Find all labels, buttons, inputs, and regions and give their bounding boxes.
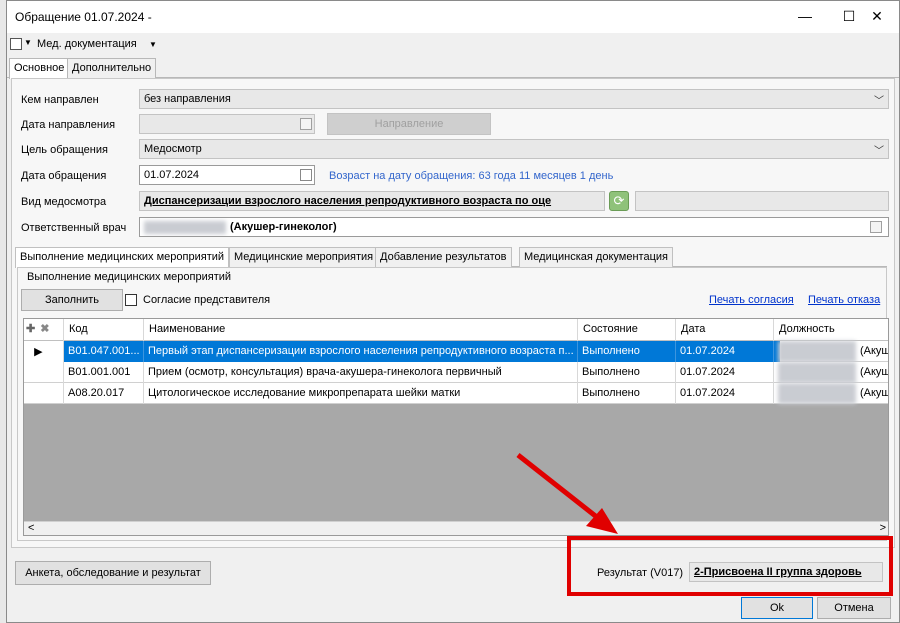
referred-by-value: без направления (144, 93, 231, 105)
delete-icon[interactable]: ✖ (40, 323, 49, 335)
doctor-lookup-icon[interactable] (870, 221, 882, 233)
table-row[interactable]: B01.001.001 Прием (осмотр, консультация)… (24, 362, 889, 383)
column-date[interactable]: Дата (676, 319, 774, 341)
cell-code: A08.20.017 (64, 383, 144, 404)
fill-button[interactable]: Заполнить (21, 289, 123, 311)
save-icon[interactable] (10, 38, 22, 50)
exam-type-extra-field[interactable] (635, 191, 889, 211)
minimize-button[interactable]: — (783, 1, 827, 33)
purpose-value: Медосмотр (144, 143, 202, 155)
print-consent-link[interactable]: Печать согласия (709, 294, 794, 306)
visit-date-picker-icon[interactable] (300, 169, 312, 181)
purpose-select[interactable]: Медосмотр ﹀ (139, 139, 889, 159)
window-title: Обращение 01.07.2024 - (15, 10, 152, 24)
visit-dialog: Обращение 01.07.2024 - — ☐ ✕ ▼ Мед. доку… (6, 0, 900, 623)
column-name[interactable]: Наименование (144, 319, 578, 341)
referral-date-field[interactable] (139, 114, 315, 134)
chevron-down-icon[interactable]: ▼ (149, 40, 157, 49)
med-docs-menu[interactable]: Мед. документация (37, 38, 137, 50)
exam-type-field[interactable]: Диспансеризации взрослого населения репр… (139, 191, 605, 211)
tab-execution[interactable]: Выполнение медицинских мероприятий (15, 247, 230, 268)
cell-status: Выполнено (578, 362, 676, 383)
add-icon[interactable]: ✚ (26, 323, 35, 335)
row-indicator (24, 383, 64, 404)
chevron-down-icon: ﹀ (874, 146, 884, 157)
scroll-left-icon[interactable]: < (28, 522, 34, 534)
referral-date-label: Дата направления (21, 119, 116, 131)
refresh-icon[interactable]: ⟳ (609, 191, 629, 211)
redacted-name (778, 383, 856, 404)
tab-main[interactable]: Основное (9, 58, 70, 79)
purpose-label: Цель обращения (21, 144, 108, 156)
sub-tabs: Выполнение медицинских мероприятий Медиц… (15, 247, 887, 268)
scroll-right-icon[interactable]: > (880, 522, 886, 534)
exam-type-value: Диспансеризации взрослого населения репр… (144, 195, 552, 207)
toolbar: ▼ Мед. документация ▼ (7, 35, 899, 57)
cancel-button[interactable]: Отмена (817, 597, 891, 619)
table-row[interactable]: ▶ B01.047.001... Первый этап диспансериз… (24, 341, 889, 362)
group-title: Выполнение медицинских мероприятий (25, 271, 234, 283)
cell-date: 01.07.2024 (676, 362, 774, 383)
doctor-label: Ответственный врач (21, 222, 127, 234)
events-grid: ✚ ✖ Код Наименование Состояние Дата Долж… (23, 318, 889, 536)
anketa-button[interactable]: Анкета, обследование и результат (15, 561, 211, 585)
doctor-field[interactable]: (Акушер-гинеколог) (139, 217, 889, 237)
horizontal-scrollbar[interactable]: < > (24, 521, 888, 535)
visit-date-field[interactable]: 01.07.2024 (139, 165, 315, 185)
chevron-down-icon: ﹀ (874, 96, 884, 107)
row-pointer-icon: ▶ (24, 341, 64, 362)
ok-button[interactable]: Ok (741, 597, 813, 619)
close-button[interactable]: ✕ (855, 1, 899, 33)
row-indicator (24, 362, 64, 383)
referred-by-label: Кем направлен (21, 94, 99, 106)
cell-name: Прием (осмотр, консультация) врача-акуше… (144, 362, 578, 383)
consent-checkbox[interactable] (125, 294, 137, 306)
referral-button[interactable]: Направление (327, 113, 491, 135)
cell-code: B01.047.001... (64, 341, 144, 362)
column-status[interactable]: Состояние (578, 319, 676, 341)
title-bar: Обращение 01.07.2024 - — ☐ ✕ (7, 1, 899, 33)
tab-add-results[interactable]: Добавление результатов (375, 247, 512, 267)
cell-name: Цитологическое исследование микропрепара… (144, 383, 578, 404)
redacted-name (144, 221, 226, 234)
cell-code: B01.001.001 (64, 362, 144, 383)
print-refusal-link[interactable]: Печать отказа (808, 294, 880, 306)
tab-med-events[interactable]: Медицинские мероприятия (229, 247, 379, 267)
referred-by-select[interactable]: без направления ﹀ (139, 89, 889, 109)
cell-position: (Акуш (860, 387, 889, 399)
main-tabs: Основное Дополнительно (7, 58, 899, 79)
doctor-value: (Акушер-гинеколог) (230, 221, 337, 233)
column-position[interactable]: Должность (774, 319, 888, 341)
tab-additional[interactable]: Дополнительно (67, 58, 157, 78)
cell-position: (Акуш (860, 345, 889, 357)
age-info: Возраст на дату обращения: 63 года 11 ме… (329, 170, 614, 182)
visit-date-value: 01.07.2024 (144, 169, 200, 181)
redacted-name (778, 341, 856, 362)
grid-header: ✚ ✖ Код Наименование Состояние Дата Долж… (24, 319, 888, 341)
consent-label: Согласие представителя (143, 294, 271, 306)
visit-date-label: Дата обращения (21, 170, 107, 182)
exam-type-label: Вид медосмотра (21, 196, 107, 208)
result-highlight-box (567, 536, 893, 596)
column-code[interactable]: Код (64, 319, 144, 341)
grid-tools: ✚ ✖ (24, 319, 64, 341)
selected-row-cells[interactable]: B01.047.001... Первый этап диспансеризац… (64, 341, 780, 362)
chevron-down-icon[interactable]: ▼ (24, 38, 32, 47)
cell-status: Выполнено (578, 341, 676, 362)
table-row[interactable]: A08.20.017 Цитологическое исследование м… (24, 383, 889, 404)
redacted-name (778, 362, 856, 383)
cell-date: 01.07.2024 (676, 383, 774, 404)
cell-position: (Акуш (860, 366, 889, 378)
referral-date-picker-icon[interactable] (300, 118, 312, 130)
tab-med-docs[interactable]: Медицинская документация (519, 247, 673, 267)
cell-date: 01.07.2024 (676, 341, 774, 362)
cell-status: Выполнено (578, 383, 676, 404)
cell-name: Первый этап диспансеризации взрослого на… (144, 341, 578, 362)
